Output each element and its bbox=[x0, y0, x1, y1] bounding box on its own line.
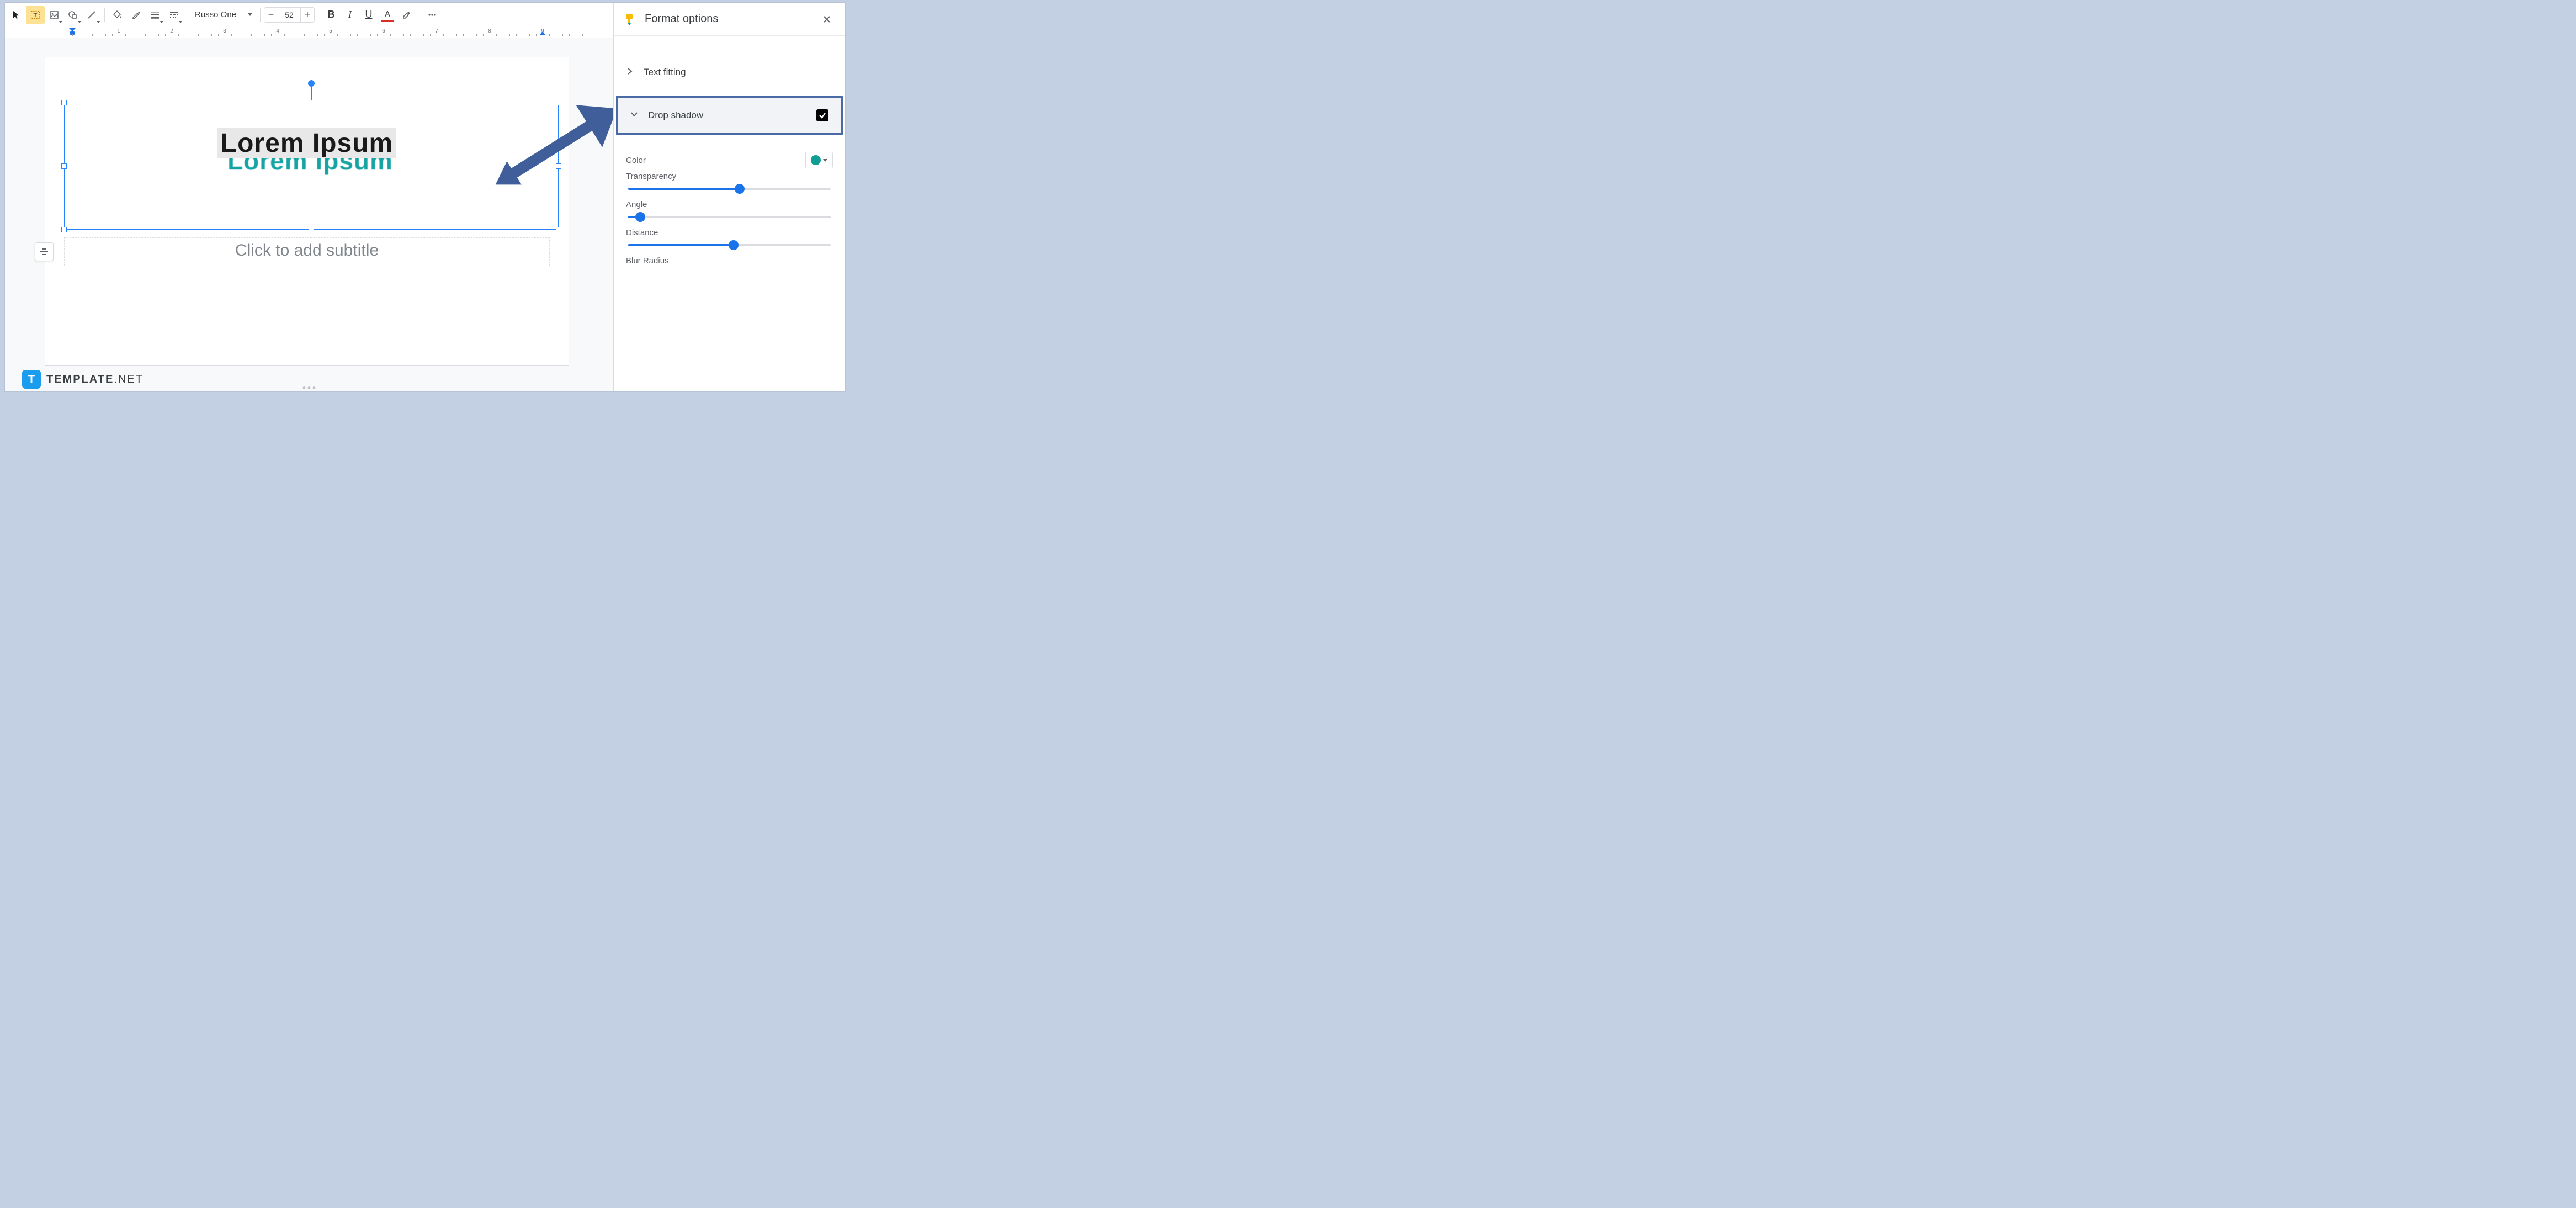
angle-label: Angle bbox=[626, 200, 833, 209]
drop-shadow-checkbox[interactable] bbox=[816, 109, 828, 121]
slide[interactable]: Lorem Ipsum Lorem Ipsum Click to add sub… bbox=[45, 57, 569, 366]
ruler-number: 5 bbox=[329, 28, 332, 34]
ruler-number: 1 bbox=[117, 28, 120, 34]
distance-label: Distance bbox=[626, 228, 833, 237]
slider-thumb[interactable] bbox=[729, 240, 739, 250]
fill-color-tool[interactable] bbox=[108, 6, 127, 24]
distance-slider[interactable] bbox=[628, 244, 831, 246]
transparency-slider-group: Transparency bbox=[626, 172, 833, 190]
rotate-handle[interactable] bbox=[308, 80, 315, 87]
underline-button[interactable]: U bbox=[359, 6, 378, 24]
shadow-color-swatch bbox=[811, 155, 821, 165]
font-family-label: Russo One bbox=[195, 10, 236, 19]
chevron-right-icon bbox=[626, 67, 634, 78]
distance-slider-group: Distance bbox=[626, 228, 833, 246]
shape-tool[interactable] bbox=[63, 6, 82, 24]
italic-button[interactable]: I bbox=[341, 6, 359, 24]
resize-handle-mb[interactable] bbox=[309, 227, 314, 232]
line-tool[interactable] bbox=[82, 6, 101, 24]
image-tool[interactable] bbox=[45, 6, 63, 24]
resize-handle-tr[interactable] bbox=[556, 100, 561, 105]
text-fitting-section[interactable]: Text fitting bbox=[614, 52, 845, 92]
filmstrip-grip[interactable] bbox=[303, 386, 316, 389]
select-tool[interactable] bbox=[7, 6, 26, 24]
transparency-label: Transparency bbox=[626, 172, 833, 181]
separator bbox=[260, 8, 261, 22]
svg-text:T: T bbox=[34, 12, 38, 19]
resize-handle-ml[interactable] bbox=[61, 163, 67, 169]
text-color-swatch bbox=[381, 20, 394, 22]
resize-handle-bl[interactable] bbox=[61, 227, 67, 232]
close-button[interactable] bbox=[819, 11, 835, 28]
font-size-decrease[interactable]: − bbox=[264, 7, 278, 23]
angle-slider[interactable] bbox=[628, 216, 831, 218]
font-size-increase[interactable]: + bbox=[300, 7, 315, 23]
resize-handle-mt[interactable] bbox=[309, 100, 314, 105]
slider-thumb[interactable] bbox=[635, 212, 645, 222]
textbox-tool[interactable]: T bbox=[26, 6, 45, 24]
watermark: T TEMPLATE.NET bbox=[22, 370, 144, 389]
ruler-number: 8 bbox=[488, 28, 491, 34]
highlight-color-button[interactable] bbox=[397, 6, 416, 24]
border-weight-tool[interactable] bbox=[146, 6, 164, 24]
ruler-number: 3 bbox=[223, 28, 226, 34]
resize-handle-br[interactable] bbox=[556, 227, 561, 232]
ruler-number: 6 bbox=[382, 28, 385, 34]
right-indent-marker[interactable] bbox=[539, 31, 546, 35]
font-family-select[interactable]: Russo One bbox=[190, 7, 257, 23]
ruler-number: 7 bbox=[435, 28, 438, 34]
vertical-align-button[interactable] bbox=[35, 242, 54, 261]
ruler-number: 4 bbox=[276, 28, 279, 34]
format-options-title: Format options bbox=[645, 13, 718, 25]
angle-slider-group: Angle bbox=[626, 200, 833, 218]
text-color-button[interactable]: A bbox=[378, 6, 397, 24]
chevron-down-icon bbox=[248, 13, 252, 16]
border-color-tool[interactable] bbox=[127, 6, 146, 24]
shadow-color-picker[interactable] bbox=[805, 152, 833, 168]
canvas-area[interactable]: Lorem Ipsum Lorem Ipsum Click to add sub… bbox=[5, 38, 613, 391]
text-fitting-label: Text fitting bbox=[644, 67, 686, 78]
separator bbox=[104, 8, 105, 22]
shadow-color-label: Color bbox=[626, 156, 646, 165]
watermark-icon: T bbox=[22, 370, 41, 389]
drop-shadow-label: Drop shadow bbox=[648, 110, 703, 121]
blur-label: Blur Radius bbox=[626, 256, 833, 266]
resize-handle-tl[interactable] bbox=[61, 100, 67, 105]
drop-shadow-body: Color Transparency Angle bbox=[614, 139, 845, 275]
format-options-icon bbox=[622, 12, 637, 27]
subtitle-placeholder[interactable]: Click to add subtitle bbox=[64, 237, 550, 266]
ruler-number: 2 bbox=[170, 28, 173, 34]
slider-thumb[interactable] bbox=[735, 184, 745, 194]
chevron-down-icon bbox=[823, 159, 827, 162]
watermark-text: TEMPLATE.NET bbox=[46, 373, 144, 386]
app-frame: T Russo One bbox=[4, 2, 846, 392]
format-options-panel: Format options Text fitting Drop shadow … bbox=[613, 3, 845, 391]
chevron-down-icon bbox=[630, 110, 638, 121]
font-size-input[interactable]: 52 bbox=[278, 7, 300, 23]
format-options-header: Format options bbox=[614, 3, 845, 36]
blur-slider-group: Blur Radius bbox=[626, 256, 833, 266]
drop-shadow-section[interactable]: Drop shadow bbox=[616, 96, 843, 135]
font-size-group: − 52 + bbox=[264, 7, 315, 23]
more-tools-button[interactable] bbox=[423, 6, 442, 24]
border-dash-tool[interactable] bbox=[164, 6, 183, 24]
bold-button[interactable]: B bbox=[322, 6, 341, 24]
transparency-slider[interactable] bbox=[628, 188, 831, 190]
